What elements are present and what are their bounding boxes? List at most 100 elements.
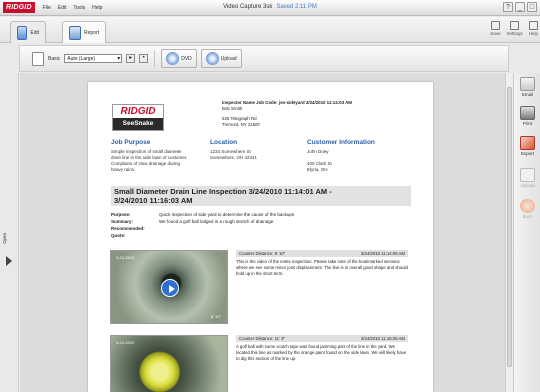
expand-arrow-icon[interactable] — [6, 256, 12, 266]
maximize-button[interactable]: □ — [527, 2, 537, 12]
ridgid-seesnake-logo: RIDGID SeeSnake — [112, 104, 164, 131]
print-icon — [520, 106, 535, 120]
left-gutter: Open — [0, 73, 19, 392]
help-icon — [528, 21, 538, 30]
field-row: Recommended: — [111, 225, 294, 232]
upload-panel-button[interactable]: Upload — [516, 168, 539, 188]
export-icon — [520, 136, 535, 150]
template-label: Basic — [48, 55, 61, 62]
upload-disabled-icon — [520, 168, 535, 182]
tab-edit-label: Edit — [30, 29, 39, 36]
tab-strip: Edit Report Save Settings Help — [0, 17, 540, 43]
window-controls: ? _ □ — [503, 2, 537, 12]
video-capture-window: RIDGID File Edit Tools Help Video Captur… — [0, 0, 540, 392]
inspector-address-2: Tremont, NY 21587 — [222, 122, 261, 127]
settings-button[interactable]: Settings — [506, 21, 523, 36]
save-button[interactable]: Save — [490, 21, 500, 36]
edit-icon — [17, 25, 28, 40]
field-label: Recommended: — [111, 226, 145, 231]
inspection-video-thumbnail[interactable]: 3-24-2010 8' 10" — [110, 250, 228, 324]
toolbar-divider — [154, 50, 156, 67]
tab-report[interactable]: Report — [62, 21, 106, 43]
upload-icon — [205, 52, 219, 65]
video-date-stamp: 3-24-2010 — [116, 255, 135, 260]
export-button[interactable]: Export — [516, 136, 539, 156]
settings-icon — [510, 21, 520, 30]
upload-label: Upload — [220, 55, 237, 62]
inspection-title: Small Diameter Drain Line Inspection 3/2… — [114, 187, 332, 196]
entry-timestamp: 3/24/2010 11:14:09 AM — [360, 251, 405, 256]
counter-label: Counter Distance: — [239, 336, 274, 341]
golf-ball-image[interactable]: 3-24-2010 — [110, 335, 228, 392]
job-purpose-text: Simple inspection of small diameter drai… — [111, 149, 206, 173]
inspector-block: Inspector Name Job Code: jsn-sideyard 3/… — [222, 100, 432, 128]
save-icon — [490, 21, 500, 30]
scroll-thumb[interactable] — [507, 87, 512, 367]
location-text: 1234 Somewhere St Somewhere, OH 42341 — [210, 149, 300, 161]
entry-header: Counter Distance: 8' 10" 3/24/2010 11:14… — [236, 250, 408, 257]
dvd-label: DVD — [181, 55, 192, 62]
inspection-fields: Purpose: Quick inspection of side yard to… — [111, 211, 294, 239]
template-lock-button[interactable]: • — [139, 54, 149, 63]
inspection-title-bar: Small Diameter Drain Line Inspection 3/2… — [111, 186, 411, 206]
dvd-icon — [166, 52, 180, 65]
entry-text: This is the video of the entire inspecti… — [236, 259, 408, 276]
entry-text: A golf ball with some scotch tape was fo… — [236, 344, 407, 361]
location-heading: Location — [210, 139, 238, 146]
entry-note: Counter Distance: 8' 10" 3/24/2010 11:14… — [236, 250, 408, 276]
location-line: Somewhere, OH 42341 — [210, 155, 258, 160]
image-date-stamp: 3-24-2010 — [116, 340, 135, 345]
customer-info-heading: Customer Information — [307, 139, 375, 146]
window-title: Video Capture 3sk Saved 2:11 PM — [0, 4, 540, 10]
upload-toolbar-button[interactable]: Upload — [200, 49, 242, 68]
app-title: Video Capture 3sk — [223, 4, 273, 10]
counter-label: Counter Distance: — [239, 251, 274, 256]
top-right-tools: Save Settings Help — [490, 21, 538, 36]
entry-timestamp: 3/24/2010 11:15:36 AM — [360, 336, 405, 341]
inspection-title-end: 3/24/2010 11:16:03 AM — [114, 196, 193, 205]
help-window-button[interactable]: ? — [503, 2, 513, 12]
video-distance-overlay: 8' 10" — [211, 314, 221, 319]
template-more-button[interactable]: ▸ — [126, 54, 136, 63]
email-label: Email — [521, 92, 534, 97]
print-label: Print — [522, 121, 533, 126]
report-icon — [69, 25, 81, 40]
save-label: Save — [490, 31, 501, 36]
customer-info-text: John Doey 400 Clark St Elyria, OH — [307, 149, 407, 173]
field-row: Quote: — [111, 232, 294, 239]
email-icon — [520, 77, 535, 91]
minimize-button[interactable]: _ — [515, 2, 525, 12]
logo-seesnake-text: SeeSnake — [113, 118, 163, 130]
dvd-button[interactable]: DVD — [161, 49, 197, 68]
export-label: Export — [520, 151, 534, 156]
counter-value: 11' 3" — [274, 336, 285, 341]
open-panel-tab[interactable]: Open — [2, 223, 14, 253]
burn-icon — [520, 199, 535, 213]
title-bar: RIDGID File Edit Tools Help Video Captur… — [0, 0, 540, 16]
burn-button[interactable]: Burn — [516, 199, 539, 219]
report-toolbar: Basic Auto (Large) ▸ • DVD Upload — [19, 45, 509, 72]
template-select[interactable]: Auto (Large) — [64, 54, 123, 63]
field-label: Purpose: — [111, 212, 131, 217]
template-icon — [32, 51, 44, 66]
print-button[interactable]: Print — [516, 106, 539, 126]
report-page: RIDGID SeeSnake Inspector Name Job Code:… — [88, 82, 433, 392]
job-purpose-heading: Job Purpose — [111, 139, 151, 146]
upload-panel-label: Upload — [520, 183, 535, 188]
inspector-name: Bob Smith — [222, 106, 243, 111]
help-button[interactable]: Help — [529, 21, 538, 36]
vertical-scrollbar[interactable] — [505, 73, 513, 392]
right-action-panel: Email Print Export Upload Burn — [513, 73, 540, 392]
job-purpose-line: heavy rains. — [111, 167, 136, 172]
saved-status: Saved 2:11 PM — [276, 4, 317, 10]
field-label: Quote: — [111, 233, 126, 238]
entry-note: Counter Distance: 11' 3" 3/24/2010 11:15… — [236, 335, 408, 361]
field-value: Quick inspection of side yard to determi… — [159, 212, 295, 217]
tab-edit[interactable]: Edit — [10, 21, 46, 43]
customer-line: Elyria, OH — [307, 167, 328, 172]
tab-report-label: Report — [83, 29, 99, 36]
play-icon[interactable] — [161, 279, 179, 297]
email-button[interactable]: Email — [516, 77, 539, 97]
field-row: Purpose: Quick inspection of side yard to… — [111, 211, 294, 218]
field-label: Summary: — [111, 219, 134, 224]
